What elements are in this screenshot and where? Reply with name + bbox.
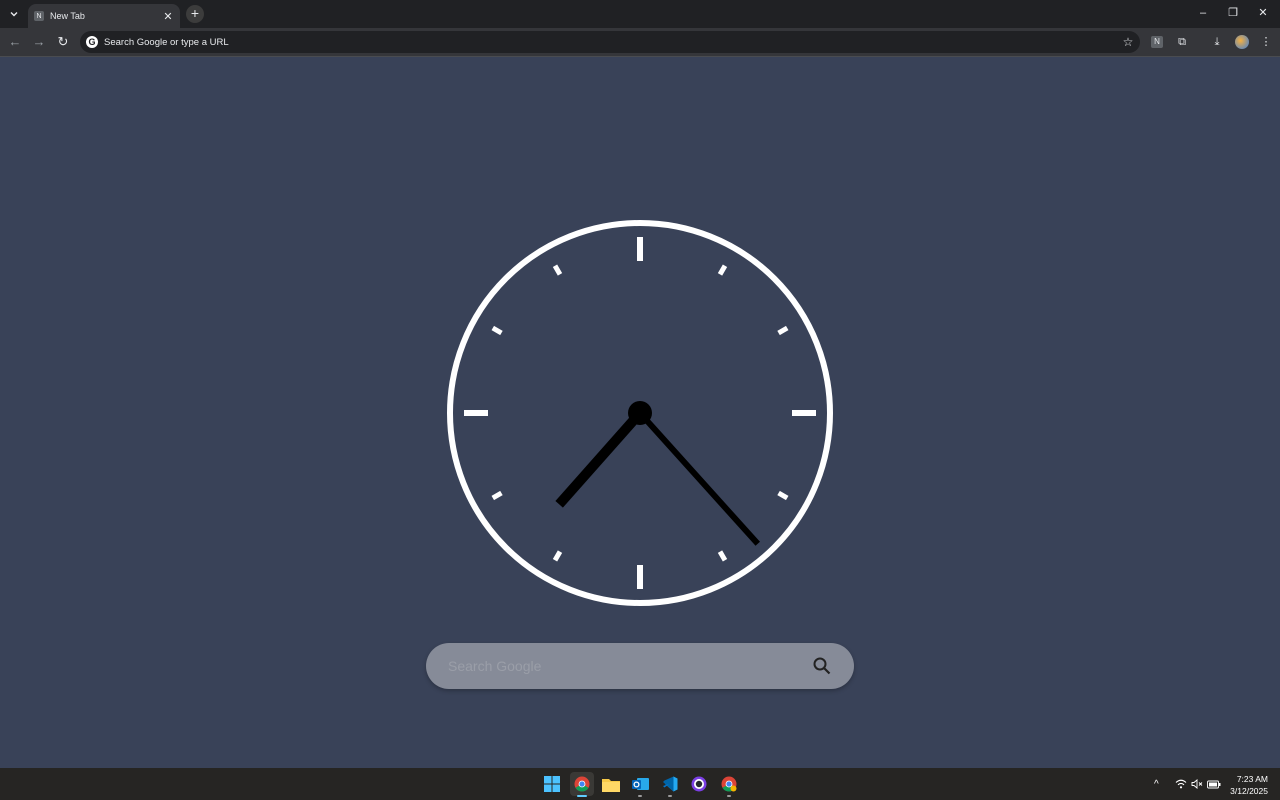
system-time: 7:23 AM	[1236, 774, 1268, 784]
clock-tick	[777, 490, 789, 501]
address-bar[interactable]: G Search Google or type a URL ☆	[80, 31, 1140, 53]
wifi-icon[interactable]	[1175, 768, 1187, 800]
analog-clock	[447, 220, 833, 606]
chrome-menu-icon[interactable]: ⋮	[1258, 34, 1274, 50]
chrome-taskbar-icon[interactable]	[570, 772, 594, 797]
clock-center-pin	[628, 401, 652, 425]
search-icon[interactable]	[812, 656, 832, 676]
forward-button[interactable]: →	[30, 33, 48, 51]
chrome-profile-taskbar-icon[interactable]	[717, 772, 741, 797]
battery-icon[interactable]	[1207, 768, 1221, 800]
google-logo-icon: G	[86, 36, 98, 48]
tab-favicon: N	[34, 11, 44, 21]
clock-tick	[491, 490, 503, 501]
search-box[interactable]	[426, 643, 854, 689]
file-explorer-icon[interactable]	[599, 772, 623, 796]
outlook-icon[interactable]	[628, 772, 652, 797]
clock-hour-hand	[555, 409, 644, 508]
clock-minute-hand	[637, 410, 760, 546]
restore-button[interactable]: ❐	[1218, 4, 1248, 22]
volume-muted-icon[interactable]	[1191, 768, 1203, 800]
bookmark-star-icon[interactable]: ☆	[1116, 35, 1140, 49]
search-input[interactable]	[448, 658, 812, 674]
downloads-icon[interactable]: ⤓	[1209, 34, 1225, 50]
new-tab-button[interactable]: +	[186, 5, 204, 23]
taskbar: ^ 7:23 AM 3/12/2025	[0, 768, 1280, 800]
address-bar-placeholder: Search Google or type a URL	[104, 36, 229, 48]
tray-overflow-chevron[interactable]: ^	[1154, 768, 1159, 800]
clock-tick	[491, 325, 503, 336]
chevron-down-icon	[10, 12, 18, 17]
windows-start-icon[interactable]	[540, 772, 564, 796]
clock-tick	[717, 264, 728, 276]
new-tab-page	[0, 58, 1280, 768]
tab-close-button[interactable]: ✕	[162, 10, 174, 23]
tab-title: New Tab	[50, 11, 85, 21]
system-clock[interactable]: 7:23 AM 3/12/2025	[1230, 773, 1268, 797]
clock-tick	[552, 264, 563, 276]
tab-search-button[interactable]	[6, 7, 22, 21]
close-window-button[interactable]: ✕	[1248, 4, 1278, 22]
browser-toolbar: ← → ↻ G Search Google or type a URL ☆ N …	[0, 28, 1280, 57]
back-button[interactable]: ←	[6, 33, 24, 51]
extension-n-icon[interactable]: N	[1151, 36, 1163, 48]
vscode-icon[interactable]	[658, 772, 682, 797]
profile-avatar[interactable]	[1235, 35, 1249, 49]
system-date: 3/12/2025	[1230, 786, 1268, 796]
title-bar: N New Tab ✕ + – ❐ ✕	[0, 0, 1280, 28]
clock-tick	[717, 550, 728, 562]
clock-tick	[552, 550, 563, 562]
extensions-puzzle-icon[interactable]: ⧉	[1174, 34, 1190, 50]
minimize-button[interactable]: –	[1188, 4, 1218, 22]
github-desktop-icon[interactable]	[687, 772, 711, 796]
reload-button[interactable]: ↻	[54, 33, 72, 51]
tab-new-tab[interactable]: N New Tab ✕	[28, 4, 180, 28]
clock-tick	[777, 325, 789, 336]
